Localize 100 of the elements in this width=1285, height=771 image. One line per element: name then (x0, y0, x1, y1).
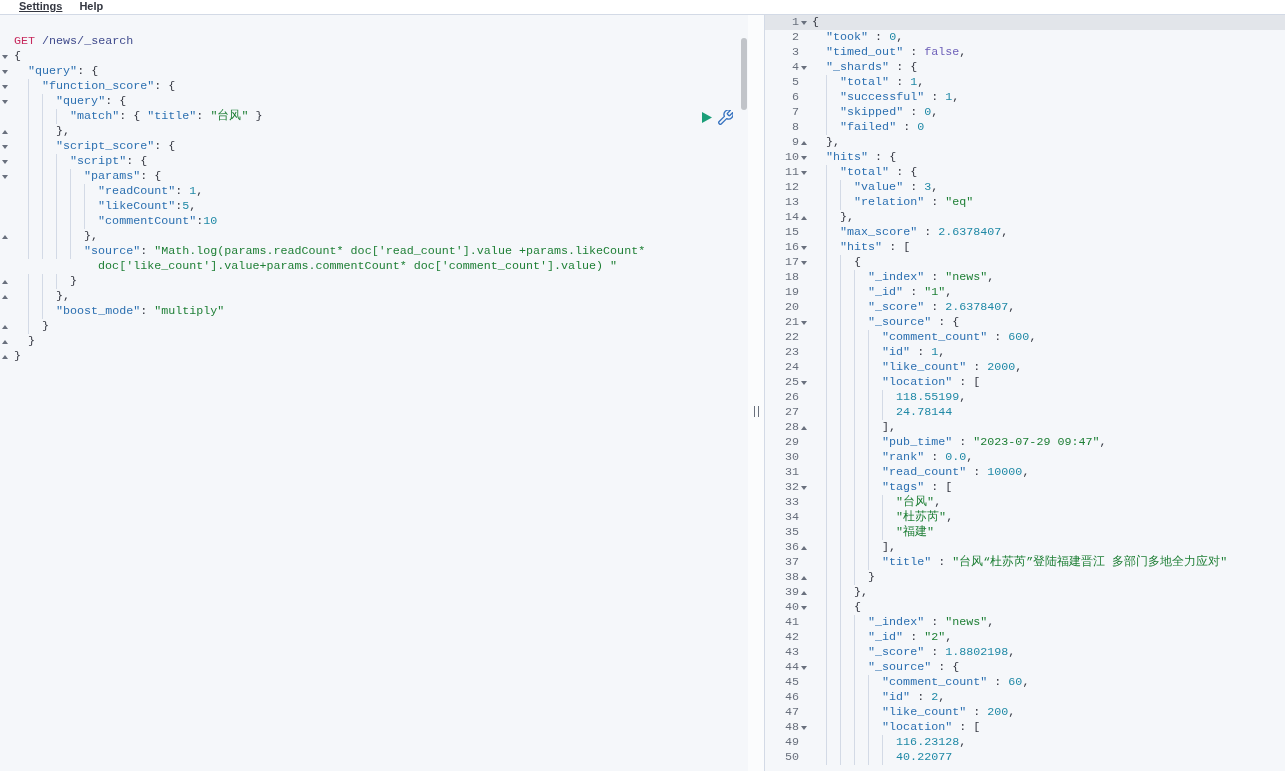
play-icon[interactable] (702, 112, 712, 123)
code-line: "tags" : [ (882, 480, 953, 495)
line-number: 16 (784, 240, 799, 255)
caret-down-icon[interactable] (800, 20, 807, 25)
caret-down-icon[interactable] (800, 380, 807, 385)
line-number: 31 (784, 465, 799, 480)
code-line: "_index" : "news", (868, 615, 995, 630)
code-line: "hits" : [ (840, 240, 911, 255)
code-line: "title" : "台风“杜苏芮”登陆福建晋江 多部门多地全力应对" (882, 555, 1228, 570)
caret-up-icon[interactable] (2, 234, 8, 239)
code-line: "台风", (896, 495, 942, 510)
line-number: 6 (792, 90, 799, 105)
code-line: "read_count" : 10000, (882, 465, 1030, 480)
code-line: "like_count" : 200, (882, 705, 1016, 720)
caret-down-icon[interactable] (800, 65, 807, 70)
code-line: "total" : { (840, 165, 918, 180)
line-number: 11 (784, 165, 799, 180)
code-line: "match": { "title": "台风" } (70, 109, 263, 124)
code-line: "value" : 3, (854, 180, 939, 195)
code-line: "_id" : "2", (868, 630, 953, 645)
line-number: 15 (784, 225, 799, 240)
caret-down-icon[interactable] (800, 485, 807, 490)
line-number: 17 (784, 255, 799, 270)
line-number: 34 (784, 510, 799, 525)
code-line: "total" : 1, (840, 75, 925, 90)
line-number: 2 (792, 30, 799, 45)
caret-down-icon[interactable] (800, 665, 807, 670)
caret-up-icon[interactable] (800, 590, 807, 595)
line-number: 47 (784, 705, 799, 720)
line-number: 4 (792, 60, 799, 75)
code-line: "script_score": { (56, 139, 176, 154)
caret-up-icon[interactable] (2, 339, 8, 344)
code-line: "_id" : "1", (868, 285, 953, 300)
caret-up-icon[interactable] (2, 129, 8, 134)
line-number: 43 (784, 645, 799, 660)
line-number: 13 (784, 195, 799, 210)
line-number: 37 (784, 555, 799, 570)
line-number: 38 (784, 570, 799, 585)
request-path: /news/_search (42, 34, 134, 49)
request-method: GET (14, 34, 36, 49)
code-line: "_source" : { (868, 660, 960, 675)
caret-up-icon[interactable] (2, 279, 8, 284)
code-line: "location" : [ (882, 720, 981, 735)
caret-down-icon[interactable] (2, 84, 8, 89)
line-number: 8 (792, 120, 799, 135)
code-line: "query": { (28, 64, 99, 79)
caret-down-icon[interactable] (2, 159, 8, 164)
line-number: 20 (784, 300, 799, 315)
code-line: "query": { (56, 94, 127, 109)
caret-down-icon[interactable] (2, 69, 8, 74)
scrollbar-thumb[interactable] (741, 38, 747, 110)
line-number: 3 (792, 45, 799, 60)
caret-up-icon[interactable] (800, 215, 807, 220)
code-line: "id" : 1, (882, 345, 946, 360)
code-line: { (854, 255, 862, 270)
code-line: 24.78144 (896, 405, 953, 420)
caret-up-icon[interactable] (800, 575, 807, 580)
code-line: }, (854, 585, 869, 600)
caret-down-icon[interactable] (800, 170, 807, 175)
caret-down-icon[interactable] (800, 260, 807, 265)
caret-down-icon[interactable] (800, 725, 807, 730)
code-line: }, (840, 210, 855, 225)
caret-up-icon[interactable] (2, 294, 8, 299)
code-line: "timed_out" : false, (826, 45, 967, 60)
wrench-icon[interactable] (718, 110, 733, 125)
code-line: "took" : 0, (826, 30, 904, 45)
code-line: } (868, 570, 876, 585)
caret-up-icon[interactable] (800, 545, 807, 550)
caret-up-icon[interactable] (2, 354, 8, 359)
caret-up-icon[interactable] (2, 324, 8, 329)
code-line: "commentCount":10 (98, 214, 218, 229)
code-line: } (28, 334, 37, 349)
code-line: "likeCount":5, (98, 199, 197, 214)
line-number: 5 (792, 75, 799, 90)
code-line: { (14, 49, 22, 64)
line-number: 32 (784, 480, 799, 495)
caret-down-icon[interactable] (800, 605, 807, 610)
caret-down-icon[interactable] (2, 144, 8, 149)
code-line: "_index" : "news", (868, 270, 995, 285)
menu-link[interactable]: Help (79, 0, 104, 13)
line-number: 40 (784, 600, 799, 615)
menu-link[interactable]: Settings (19, 0, 63, 13)
caret-up-icon[interactable] (800, 425, 807, 430)
code-line: "id" : 2, (882, 690, 946, 705)
caret-down-icon[interactable] (2, 99, 8, 104)
line-number: 48 (784, 720, 799, 735)
caret-down-icon[interactable] (2, 54, 8, 59)
line-number: 18 (784, 270, 799, 285)
code-line: "boost_mode": "multiply" (56, 304, 225, 319)
code-line: }, (56, 124, 71, 139)
caret-down-icon[interactable] (800, 245, 807, 250)
code-line: 118.55199, (896, 390, 967, 405)
caret-up-icon[interactable] (800, 140, 807, 145)
code-line: "source": "Math.log(params.readCount* doc['read_count'].value +params.likeCount* doc['like_count'].value+params.commentCount* doc['comment_count'].value) " (84, 244, 647, 274)
caret-down-icon[interactable] (2, 174, 8, 179)
drag-handle-icon[interactable] (753, 406, 759, 417)
caret-down-icon[interactable] (800, 155, 807, 160)
line-number: 10 (784, 150, 799, 165)
caret-down-icon[interactable] (800, 320, 807, 325)
line-number: 19 (784, 285, 799, 300)
